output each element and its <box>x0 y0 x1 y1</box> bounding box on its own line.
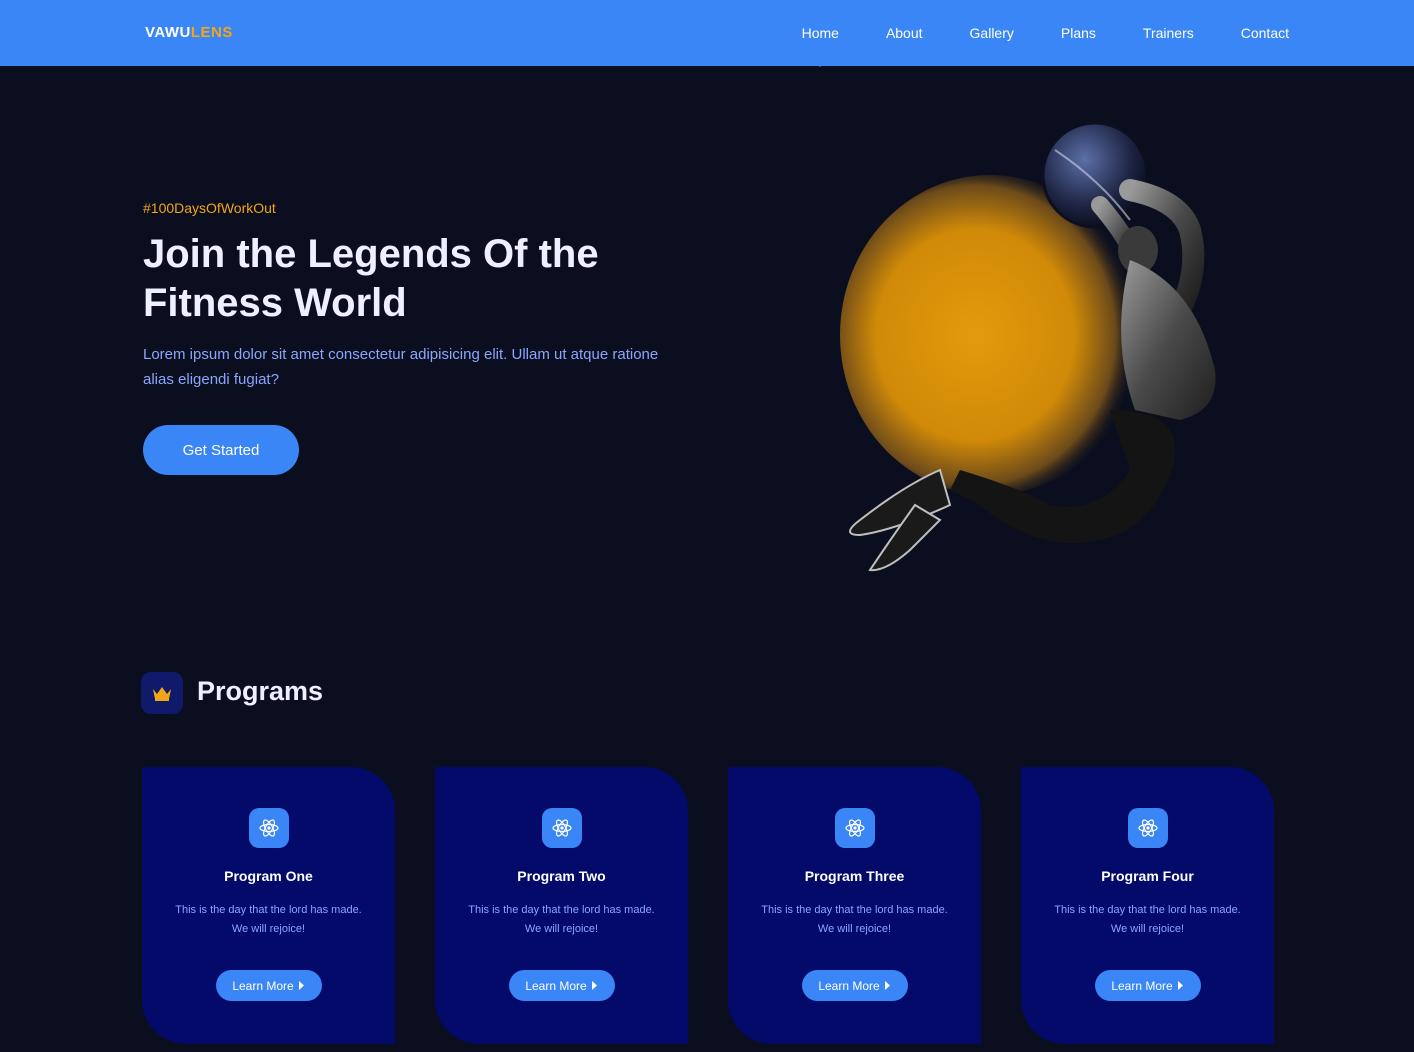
nav-trainers[interactable]: Trainers <box>1143 25 1194 41</box>
program-icon-box <box>541 808 582 848</box>
learn-more-button[interactable]: Learn More <box>508 970 615 1001</box>
program-title: Program One <box>224 868 313 884</box>
hero-hashtag: #100DaysOfWorkOut <box>143 200 276 216</box>
program-desc-line1: This is the day that the lord has made. <box>175 904 362 916</box>
program-desc-line1: This is the day that the lord has made. <box>468 904 655 916</box>
brand-logo[interactable]: VAWULENS <box>145 24 233 41</box>
learn-more-button[interactable]: Learn More <box>1094 970 1201 1001</box>
program-card: Program Four This is the day that the lo… <box>1021 767 1274 1044</box>
program-card: Program One This is the day that the lor… <box>142 767 395 1044</box>
program-desc-line2: We will rejoice! <box>817 923 892 935</box>
program-cards: Program One This is the day that the lor… <box>142 767 1274 1044</box>
learn-more-label: Learn More <box>232 978 294 993</box>
program-icon-box <box>1127 808 1168 848</box>
program-desc-line1: This is the day that the lord has made. <box>1054 904 1241 916</box>
caret-right-icon <box>1177 981 1183 990</box>
nav-gallery[interactable]: Gallery <box>970 25 1014 41</box>
learn-more-button[interactable]: Learn More <box>215 970 322 1001</box>
program-title: Program Four <box>1101 868 1194 884</box>
program-description: This is the day that the lord has made. … <box>752 901 957 939</box>
atom-icon <box>551 819 572 837</box>
nav-contact[interactable]: Contact <box>1241 25 1289 41</box>
nav-about[interactable]: About <box>886 25 923 41</box>
program-card: Program Two This is the day that the lor… <box>435 767 688 1044</box>
learn-more-label: Learn More <box>525 978 587 993</box>
program-title: Program Three <box>804 868 905 884</box>
brand-logo-part2: LENS <box>190 24 233 41</box>
atom-icon <box>258 819 279 837</box>
program-desc-line1: This is the day that the lord has made. <box>761 904 948 916</box>
programs-heading: Programs <box>197 676 324 706</box>
learn-more-label: Learn More <box>1111 978 1173 993</box>
learn-more-button[interactable]: Learn More <box>801 970 908 1001</box>
program-desc-line2: We will rejoice! <box>524 923 599 935</box>
hero-title: Join the Legends Of the Fitness World <box>143 230 703 328</box>
nav-home[interactable]: Home <box>802 25 839 41</box>
main-nav: Home About Gallery Plans Trainers Contac… <box>755 0 1289 66</box>
program-description: This is the day that the lord has made. … <box>1045 901 1250 939</box>
program-title: Program Two <box>517 868 606 884</box>
program-icon-box <box>834 808 875 848</box>
nav-plans[interactable]: Plans <box>1061 25 1096 41</box>
program-desc-line2: We will rejoice! <box>1110 923 1185 935</box>
program-description: This is the day that the lord has made. … <box>166 901 371 939</box>
hero-athlete-image <box>840 121 1216 572</box>
crown-icon <box>153 687 171 701</box>
top-navbar: VAWULENS Home About Gallery Plans Traine… <box>0 0 1414 66</box>
learn-more-label: Learn More <box>818 978 880 993</box>
program-description: This is the day that the lord has made. … <box>459 901 664 939</box>
caret-right-icon <box>298 981 304 990</box>
program-card: Program Three This is the day that the l… <box>728 767 981 1044</box>
program-desc-line2: We will rejoice! <box>231 923 306 935</box>
hero-title-line2: Fitness World <box>143 281 407 325</box>
atom-icon <box>1137 819 1158 837</box>
brand-logo-part1: VAWU <box>145 24 191 41</box>
program-icon-box <box>248 808 289 848</box>
hero-description: Lorem ipsum dolor sit amet consectetur a… <box>143 346 659 388</box>
caret-right-icon <box>591 981 597 990</box>
hero-title-line1: Join the Legends Of the <box>143 232 599 276</box>
programs-icon-box <box>141 672 183 714</box>
get-started-button[interactable]: Get Started <box>143 425 299 475</box>
caret-right-icon <box>884 981 890 990</box>
atom-icon <box>844 819 865 837</box>
